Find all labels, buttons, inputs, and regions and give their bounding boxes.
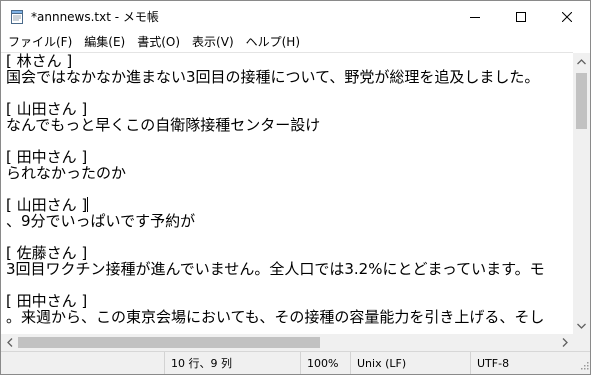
text-editor[interactable]: [ 林さん ] 国会ではなかなか進まない3回目の接種について、野党が総理を追及しま…	[1, 52, 573, 335]
text-line: [ 山田さん ]	[6, 100, 88, 118]
status-zoom: 100%	[300, 352, 349, 374]
text-line: られなかったのか	[6, 164, 127, 182]
chevron-right-icon	[562, 338, 568, 347]
horizontal-scrollbar[interactable]	[1, 334, 573, 351]
text-line: [ 田中さん ]	[6, 292, 88, 310]
notepad-window: *annnews.txt - メモ帳 ファイル(F) 編集(E) 書式(O) 表…	[0, 0, 591, 375]
maximize-icon	[516, 11, 526, 22]
text-line: [ 田中さん ]	[6, 148, 88, 166]
chevron-down-icon	[577, 323, 586, 329]
menu-file[interactable]: ファイル(F)	[1, 32, 78, 52]
text-line	[1, 85, 573, 101]
status-line-ending: Unix (LF)	[350, 352, 469, 374]
resize-grip-icon[interactable]	[579, 355, 589, 374]
menu-help[interactable]: ヘルプ(H)	[240, 32, 306, 52]
scrollbar-corner	[573, 334, 590, 351]
text-line: [ 山田さん ]	[6, 196, 89, 214]
scroll-down-button[interactable]	[573, 317, 590, 334]
text-line	[1, 277, 573, 293]
text-line	[1, 181, 573, 197]
text-line: [ 佐藤さん ]	[6, 244, 88, 262]
menu-edit[interactable]: 編集(E)	[78, 32, 131, 52]
minimize-button[interactable]	[452, 1, 498, 32]
close-icon	[562, 11, 572, 22]
menu-view[interactable]: 表示(V)	[186, 32, 240, 52]
text-line: [ 林さん ]	[6, 52, 73, 70]
status-bar: 10 行、9 列 100% Unix (LF) UTF-8	[1, 351, 590, 374]
text-line: 。来週から、この東京会場においても、その接種の容量能力を引き上げる、そし	[6, 308, 545, 326]
menu-format[interactable]: 書式(O)	[131, 32, 186, 52]
close-button[interactable]	[544, 1, 590, 32]
menu-bar: ファイル(F) 編集(E) 書式(O) 表示(V) ヘルプ(H)	[1, 32, 590, 52]
vertical-scroll-thumb[interactable]	[576, 73, 587, 129]
status-encoding: UTF-8	[470, 352, 577, 374]
scroll-up-button[interactable]	[573, 53, 590, 70]
notepad-icon	[9, 9, 25, 25]
text-caret	[87, 197, 89, 212]
minimize-icon	[470, 16, 480, 18]
text-line: 国会ではなかなか進まない3回目の接種について、野党が総理を追及しました。	[6, 68, 540, 86]
vertical-scrollbar[interactable]	[573, 53, 590, 334]
chevron-left-icon	[6, 338, 12, 347]
text-line: 3回目ワクチン接種が進んでいません。全人口では3.2%にとどまっています。モ	[6, 260, 545, 278]
scroll-left-button[interactable]	[1, 334, 18, 351]
status-cursor-position: 10 行、9 列	[164, 352, 299, 374]
scroll-right-button[interactable]	[556, 334, 573, 351]
maximize-button[interactable]	[498, 1, 544, 32]
window-title: *annnews.txt - メモ帳	[31, 10, 159, 24]
text-line	[1, 133, 573, 149]
text-line	[1, 229, 573, 245]
text-line: なんでもっと早くこの自衛隊接種センター設け	[6, 116, 321, 134]
horizontal-scroll-thumb[interactable]	[18, 337, 320, 348]
title-bar[interactable]: *annnews.txt - メモ帳	[1, 1, 590, 32]
chevron-up-icon	[577, 58, 586, 64]
text-line: 、9分でいっぱいです予約が	[6, 212, 196, 230]
